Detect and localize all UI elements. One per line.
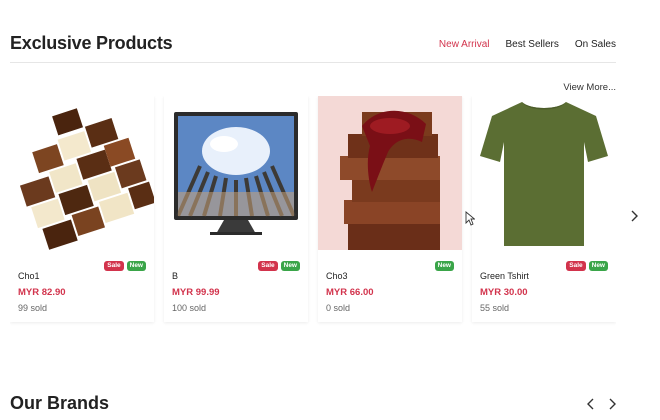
brands-prev-button[interactable] <box>584 396 598 412</box>
product-carousel: Sale New Cho1 MYR 82.90 99 sold Sale New… <box>10 96 616 326</box>
mouse-cursor-icon <box>465 211 475 226</box>
new-badge: New <box>126 261 146 271</box>
product-badges: New <box>434 261 454 271</box>
product-image-chocolate[interactable] <box>10 96 154 250</box>
product-price: MYR 82.90 <box>18 287 66 298</box>
view-more-link[interactable]: View More... <box>563 82 616 93</box>
product-image-green-tshirt[interactable] <box>472 96 616 250</box>
product-sold-count: 100 sold <box>172 303 207 313</box>
chevron-right-icon <box>609 398 616 410</box>
brands-next-button[interactable] <box>606 396 620 412</box>
product-name[interactable]: B <box>172 271 178 281</box>
sale-badge: Sale <box>566 261 586 271</box>
product-price: MYR 66.00 <box>326 287 374 298</box>
new-badge: New <box>280 261 300 271</box>
sale-badge: Sale <box>104 261 124 271</box>
product-badges: Sale New <box>258 261 300 271</box>
chevron-left-icon <box>587 398 594 410</box>
product-name[interactable]: Cho1 <box>18 271 40 281</box>
product-price: MYR 30.00 <box>480 287 528 298</box>
product-badges: Sale New <box>104 261 146 271</box>
product-sold-count: 55 sold <box>480 303 510 313</box>
tab-best-sellers[interactable]: Best Sellers <box>506 39 559 50</box>
product-badges: Sale New <box>566 261 608 271</box>
product-card[interactable]: Sale New Green Tshirt MYR 30.00 55 sold <box>472 96 616 322</box>
product-name[interactable]: Green Tshirt <box>480 271 529 281</box>
section-title: Exclusive Products <box>10 33 173 53</box>
exclusive-products-header: Exclusive Products New Arrival Best Sell… <box>10 33 616 63</box>
product-name[interactable]: Cho3 <box>326 271 348 281</box>
tab-on-sales[interactable]: On Sales <box>575 39 616 50</box>
brands-title: Our Brands <box>10 393 110 413</box>
product-image-chocolate-stack[interactable] <box>318 96 462 250</box>
sale-badge: Sale <box>258 261 278 271</box>
chevron-right-icon <box>631 210 638 222</box>
product-sold-count: 99 sold <box>18 303 48 313</box>
tab-new-arrival[interactable]: New Arrival <box>439 39 490 50</box>
product-card[interactable]: Sale New Cho1 MYR 82.90 99 sold <box>10 96 154 322</box>
product-image-tv[interactable] <box>164 96 308 250</box>
product-price: MYR 99.99 <box>172 287 220 298</box>
product-card[interactable]: New Cho3 MYR 66.00 0 sold <box>318 96 462 322</box>
product-sold-count: 0 sold <box>326 303 351 313</box>
new-badge: New <box>434 261 454 271</box>
product-tabs: New Arrival Best Sellers On Sales <box>439 39 616 50</box>
carousel-next-button[interactable] <box>628 208 642 224</box>
product-card[interactable]: Sale New B MYR 99.99 100 sold <box>164 96 308 322</box>
new-badge: New <box>588 261 608 271</box>
